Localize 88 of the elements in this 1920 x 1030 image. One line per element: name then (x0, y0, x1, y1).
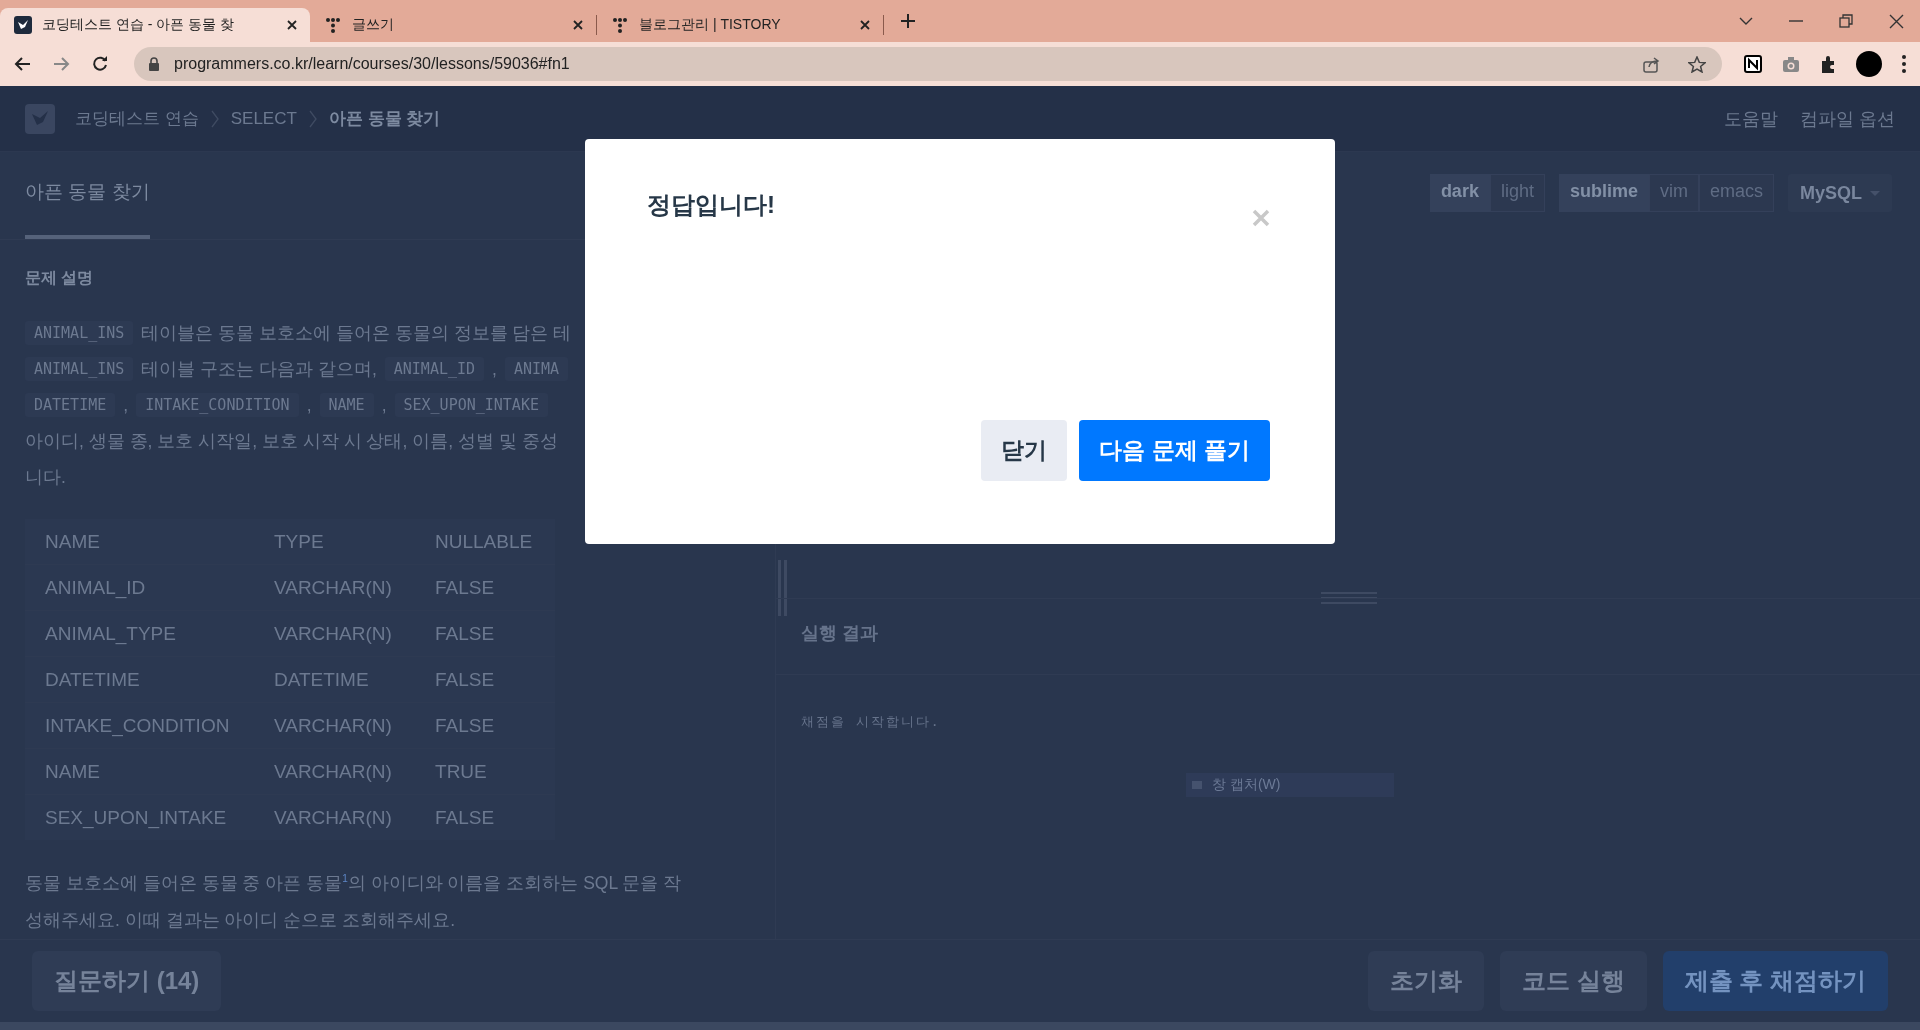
table-cell: NAME (25, 748, 254, 795)
theme-option[interactable]: dark (1429, 174, 1490, 213)
column-header: NULLABLE (415, 519, 555, 565)
browser-tab[interactable]: 블로그관리 | TISTORY (597, 8, 883, 42)
lock-icon (148, 57, 160, 72)
table-cell: VARCHAR(N) (253, 702, 416, 749)
column-header: TYPE (253, 519, 416, 565)
forward-icon[interactable] (53, 56, 70, 73)
description-text: , (381, 394, 387, 416)
caret-icon (1870, 190, 1880, 196)
camera-icon[interactable] (1782, 55, 1800, 73)
table-cell: ANIMAL_ID (25, 564, 254, 611)
submit-button[interactable]: 제출 후 채점하기 (1662, 950, 1888, 1011)
ask-button[interactable]: 질문하기 (14) (32, 950, 222, 1011)
dots-logo-icon (324, 16, 342, 34)
table-cell: VARCHAR(N) (253, 610, 416, 657)
close-icon[interactable] (859, 19, 871, 31)
close-icon[interactable] (572, 19, 584, 31)
close-icon[interactable] (1889, 13, 1904, 29)
notebook-icon[interactable] (1744, 55, 1762, 74)
restore-icon[interactable] (1839, 14, 1853, 28)
question-text: 성해주세요. 이때 결과는 아이디 순으로 조회해주세요. (25, 908, 457, 932)
description-text: , (306, 394, 312, 416)
table-cell: ANIMAL_TYPE (25, 610, 254, 657)
close-icon[interactable] (286, 19, 298, 31)
inline-code: ANIMAL_ID (384, 357, 485, 382)
inline-code: DATETIME (25, 393, 116, 418)
inline-code: INTAKE_CONDITION (136, 393, 299, 418)
question-text: 동물 보호소에 들어온 동물 중 아픈 동물$^{1}$의 아이디와 이름을 조회하는 SQL 문을 작 (25, 871, 683, 895)
table-cell: FALSE (415, 656, 555, 703)
result-title: 실행 결과 (776, 598, 1920, 675)
inline-code: ANIMAL_INS (25, 357, 134, 382)
breadcrumb-link[interactable]: 아픈 동물 찾기 (328, 107, 441, 131)
table-cell: FALSE (415, 610, 555, 657)
table-cell: FALSE (415, 564, 555, 611)
table-cell: VARCHAR(N) (253, 748, 416, 795)
header-link[interactable]: 컴파일 옵션 (1800, 106, 1895, 131)
reload-icon[interactable] (92, 56, 108, 73)
table-cell: INTAKE_CONDITION (25, 702, 254, 749)
inline-code: NAME (319, 393, 374, 418)
address-bar[interactable]: programmers.co.kr/learn/courses/30/lessons/59036#fn1 (134, 47, 1722, 82)
language-dropdown[interactable]: MySQL (1788, 174, 1892, 213)
table-cell: VARCHAR(N) (253, 564, 416, 611)
table-cell: DATETIME (25, 656, 254, 703)
next-problem-button[interactable]: 다음 문제 풀기 (1079, 420, 1270, 481)
description-text: 아이디, 생물 종, 보호 시작일, 보호 시작 시 상태, 이름, 성별 및 중성 (25, 430, 558, 454)
keymap-option[interactable]: sublime (1558, 174, 1649, 213)
share-icon[interactable] (1643, 55, 1660, 73)
chevron-right-icon (308, 109, 317, 128)
table-cell: FALSE (415, 702, 555, 749)
menu-icon[interactable] (1902, 55, 1906, 74)
inline-code: ANIMA (504, 357, 569, 382)
description-text: , (123, 394, 129, 416)
description-text: 니다. (25, 466, 66, 490)
section-title: 문제 설명 (25, 268, 95, 289)
new-tab-icon[interactable] (900, 13, 916, 29)
table-cell: VARCHAR(N) (253, 794, 416, 841)
description-text: 테이블 구조는 다음과 같으며, (141, 358, 377, 382)
chevron-down-icon[interactable] (1739, 17, 1753, 25)
table-cell: SEX_UPON_INTAKE (25, 794, 254, 841)
action-button[interactable]: 초기화 (1368, 950, 1484, 1011)
puzzle-icon[interactable] (1820, 55, 1836, 74)
inline-code: ANIMAL_INS (25, 321, 134, 346)
description-text: 테이블은 동물 보호소에 들어온 동물의 정보를 담은 테 (141, 322, 572, 346)
browser-tab[interactable]: 코딩테스트 연습 - 아픈 동물 찾 (0, 8, 310, 42)
back-icon[interactable] (14, 56, 31, 73)
capture-menu-item[interactable]: 창 캡처(W) (1186, 772, 1394, 797)
breadcrumb-link[interactable]: SELECT (230, 108, 297, 129)
dots-logo-icon (611, 16, 629, 34)
url-text: programmers.co.kr/learn/courses/30/lessons/59036#fn1 (174, 55, 571, 74)
close-button[interactable]: 닫기 (981, 420, 1068, 481)
problem-tab[interactable]: 아픈 동물 찾기 (25, 152, 150, 240)
chevron-right-icon (210, 109, 219, 128)
modal-title: 정답입니다! (647, 190, 775, 220)
result-output: 채점을 시작합니다. (800, 712, 942, 731)
avatar[interactable] (1856, 51, 1882, 78)
table-cell: DATETIME (253, 656, 416, 703)
description-text: , (492, 358, 497, 380)
browser-tab[interactable]: 글쓰기 (310, 8, 596, 42)
action-button[interactable]: 코드 실행 (1500, 950, 1647, 1011)
breadcrumb-link[interactable]: 코딩테스트 연습 (75, 107, 199, 131)
star-icon[interactable] (1688, 55, 1706, 73)
header-link[interactable]: 도움말 (1724, 106, 1778, 131)
inline-code: SEX_UPON_INTAKE (394, 393, 548, 418)
column-header: NAME (25, 519, 254, 565)
table-cell: TRUE (415, 748, 555, 795)
bird-logo-icon (14, 16, 32, 34)
table-cell: FALSE (415, 794, 555, 841)
